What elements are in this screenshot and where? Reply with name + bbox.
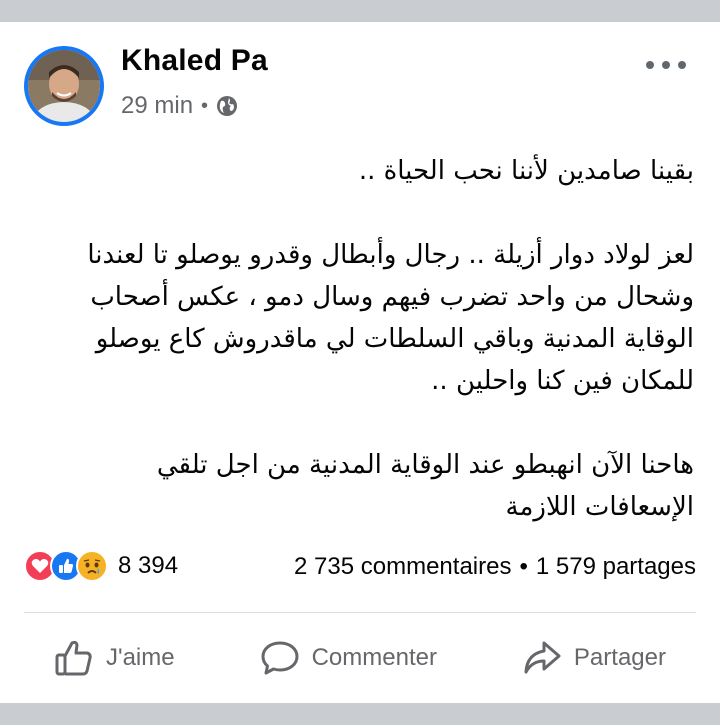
avatar-photo: [28, 50, 100, 122]
post-line: هاحنا الآن انهبطو عند الوقاية المدنية من…: [156, 450, 694, 480]
post-line: وشحال من واحد تضرب فيهم وسال دمو ، عكس أ…: [90, 282, 694, 312]
post-time[interactable]: 29 min: [121, 92, 193, 120]
bottom-separator-bar: [0, 703, 720, 725]
post-stats: 2 735 commentaires • 1 579 partages: [294, 553, 696, 581]
top-separator-bar: [0, 0, 720, 22]
reaction-count: 8 394: [118, 552, 179, 579]
author-name[interactable]: Khaled Pa: [121, 44, 268, 78]
like-button[interactable]: J'aime: [24, 639, 205, 677]
globe-icon[interactable]: [216, 95, 238, 117]
comment-button[interactable]: Commenter: [230, 639, 467, 677]
post-line: بقينا صامدين لأننا نحب الحياة ..: [358, 156, 694, 186]
comment-label: Commenter: [311, 644, 437, 671]
post-line: لعز لولاد دوار أزيلة .. رجال وأبطال وقدر…: [87, 240, 694, 270]
like-label: J'aime: [106, 644, 175, 671]
divider: [24, 612, 696, 613]
avatar[interactable]: [24, 46, 104, 126]
shares-count[interactable]: 1 579 partages: [536, 553, 696, 581]
post-text: بقينا صامدين لأننا نحب الحياة .. لعز لول…: [22, 150, 694, 528]
stats-separator: •: [519, 553, 528, 580]
thumbs-up-icon: [55, 640, 92, 676]
share-label: Partager: [573, 644, 666, 671]
meta-separator: •: [201, 94, 209, 117]
post-line: للمكان فين كنا واحلين ..: [431, 366, 694, 396]
sad-icon: [76, 550, 108, 582]
more-dots-icon[interactable]: [646, 58, 686, 72]
reactions-summary[interactable]: 8 394: [24, 550, 178, 582]
action-bar: J'aime Commenter Partager: [24, 630, 696, 686]
share-arrow-icon: [524, 641, 561, 674]
share-button[interactable]: Partager: [492, 639, 696, 677]
post-line: الوقاية المدنية وباقي السلطات لي ماقدروش…: [95, 324, 694, 354]
post-meta: 29 min •: [121, 92, 238, 120]
post-line: الإسعافات اللازمة: [505, 492, 694, 522]
comments-count[interactable]: 2 735 commentaires: [294, 553, 511, 581]
comment-bubble-icon: [261, 641, 299, 675]
